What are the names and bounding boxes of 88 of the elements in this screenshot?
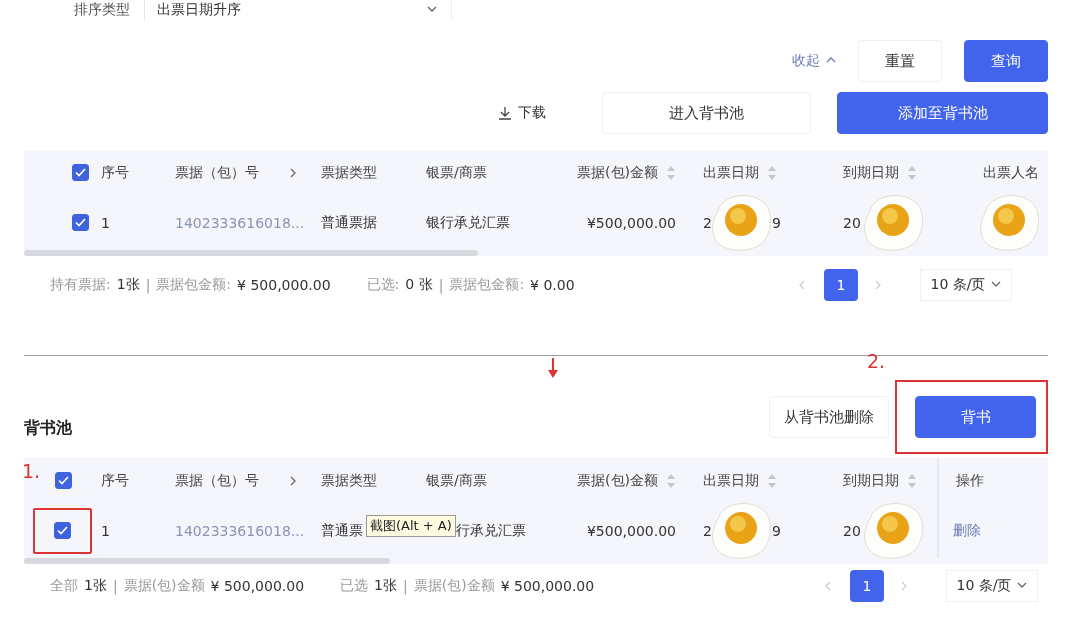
bill-number-link[interactable]: 1402333616018...: [175, 214, 305, 231]
download-icon: [498, 106, 512, 120]
add-to-pool-button[interactable]: 添加至背书池: [837, 92, 1048, 134]
sort-icon[interactable]: [767, 472, 777, 489]
summary-label: 票据包金额:: [449, 276, 525, 294]
sort-icon[interactable]: [666, 164, 676, 181]
sort-icon[interactable]: [907, 472, 917, 489]
column-header: 票据（包）号: [175, 163, 259, 182]
table-cell: 普通票据: [321, 213, 377, 232]
column-header: 到期日期: [843, 471, 899, 490]
select-all-checkbox[interactable]: [55, 472, 72, 489]
table-cell: ¥500,000.00: [586, 214, 676, 231]
summary-value: 1张: [116, 276, 140, 294]
table-cell: 9: [771, 522, 781, 539]
sort-icon[interactable]: [907, 164, 917, 181]
endorse-button[interactable]: 背书: [915, 396, 1036, 438]
tooltip: 截图(Alt + A): [366, 515, 456, 537]
collapse-link[interactable]: 收起: [792, 52, 836, 70]
remove-from-pool-button[interactable]: 从背书池删除: [769, 396, 889, 438]
check-icon: [75, 168, 86, 177]
separator-text: |: [112, 578, 118, 594]
summary-label: 已选: [340, 577, 369, 595]
reset-button[interactable]: 重置: [858, 40, 942, 82]
separator-text: |: [145, 277, 151, 293]
scrollbar[interactable]: [24, 558, 390, 564]
select-all-checkbox[interactable]: [72, 164, 89, 181]
column-header: 票据类型: [321, 163, 377, 182]
scrollbar[interactable]: [24, 250, 478, 256]
step-number: 1.: [22, 460, 41, 482]
column-header: 票据（包）号: [175, 471, 259, 490]
summary-value: 1张: [374, 577, 397, 595]
sort-label: 排序类型: [74, 1, 131, 19]
page-button[interactable]: 1: [850, 570, 884, 602]
column-header: 出票日期: [703, 163, 759, 182]
summary-value: 1张: [84, 577, 107, 595]
summary-value: ¥ 0.00: [530, 277, 575, 293]
column-header: 序号: [101, 471, 129, 490]
table-cell: 2: [703, 214, 712, 231]
table-cell: 行承兑汇票: [456, 521, 526, 540]
table-cell: 20: [843, 214, 861, 231]
row-checkbox[interactable]: [54, 522, 71, 539]
separator-text: |: [403, 578, 408, 594]
sort-select[interactable]: 出票日期升序: [144, 0, 452, 20]
table-cell: 2: [703, 522, 712, 539]
column-header: 银票/商票: [426, 163, 487, 182]
column-header: 操作: [956, 471, 984, 490]
enter-pool-button[interactable]: 进入背书池: [602, 92, 811, 134]
column-header: 序号: [101, 163, 129, 182]
summary-label: 已选:: [366, 276, 400, 294]
summary-label: 票据包金额:: [156, 276, 232, 294]
column-header: 到期日期: [843, 163, 899, 182]
section-title: 背书池: [24, 417, 72, 439]
bill-number-link[interactable]: 1402333616018...: [175, 522, 305, 539]
check-icon: [57, 526, 68, 535]
column-header: 票据(包)金额: [577, 471, 658, 490]
search-button[interactable]: 查询: [964, 40, 1048, 82]
check-icon: [75, 218, 86, 227]
table-cell: 普通票: [321, 521, 363, 540]
summary-label: 全部: [49, 577, 78, 595]
column-header: 银票/商票: [426, 471, 487, 490]
sort-icon[interactable]: [666, 472, 676, 489]
separator-text: |: [438, 277, 444, 293]
column-header: 出票人名: [983, 163, 1039, 182]
summary-label: 票据(包)金额: [123, 577, 205, 595]
column-header: 票据(包)金额: [577, 163, 658, 182]
page-button[interactable]: 1: [824, 269, 858, 301]
table-cell: 20: [843, 522, 861, 539]
step-number: 2.: [867, 350, 886, 372]
summary-value: ¥ 500,000.00: [500, 578, 595, 594]
table-cell: 银行承兑汇票: [426, 213, 510, 232]
table-cell: 9: [771, 214, 781, 231]
summary-value: 0 张: [405, 276, 433, 294]
page-size-select[interactable]: 10 条/页: [920, 269, 1012, 301]
table-cell: 1: [101, 522, 110, 539]
row-checkbox[interactable]: [72, 214, 89, 231]
summary-value: ¥ 500,000.00: [237, 277, 331, 293]
page-size-select[interactable]: 10 条/页: [946, 570, 1038, 602]
column-header: 票据类型: [321, 471, 377, 490]
sort-icon[interactable]: [767, 164, 777, 181]
check-icon: [58, 476, 69, 485]
table-cell: ¥500,000.00: [586, 522, 676, 539]
table-cell: 1: [101, 214, 110, 231]
summary-label: 持有票据:: [49, 276, 111, 294]
download-button[interactable]: 下载: [498, 104, 546, 122]
summary-label: 票据(包)金额: [413, 577, 495, 595]
delete-link[interactable]: 删除: [953, 521, 981, 540]
summary-value: ¥ 500,000.00: [210, 578, 305, 594]
column-header: 出票日期: [703, 471, 759, 490]
